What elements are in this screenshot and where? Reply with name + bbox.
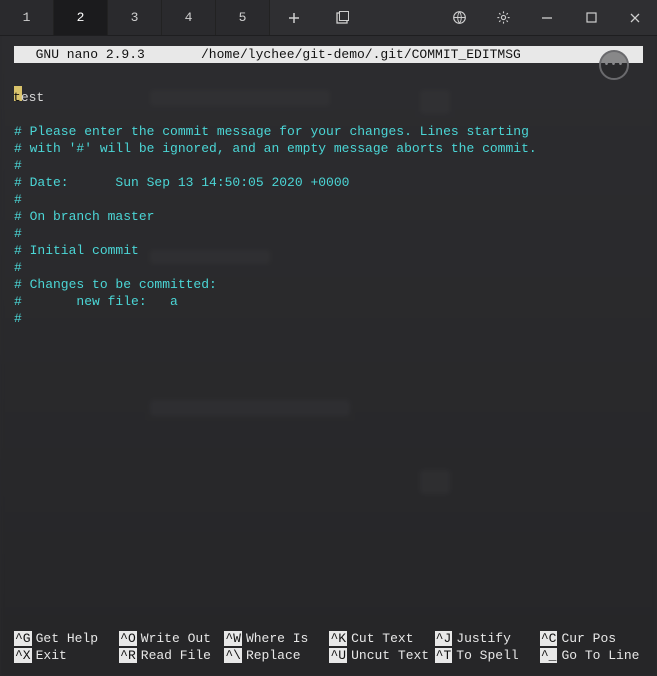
shortcut-cur-pos: ^CCur Pos (540, 630, 643, 647)
shortcut-label: Read File (141, 648, 211, 663)
shortcut-exit: ^X Exit (14, 647, 117, 664)
shortcut-where-is: ^W Where Is (224, 630, 327, 647)
nano-editor-content[interactable]: test # Please enter the commit message f… (14, 69, 643, 630)
new-tab-button[interactable] (270, 0, 318, 35)
close-button[interactable] (613, 0, 657, 35)
globe-icon[interactable] (437, 0, 481, 35)
shortcut-label: Uncut Text (351, 648, 429, 663)
shortcut-label: To Spell (456, 648, 518, 663)
shortcut-go-to-line: ^_Go To Line (540, 647, 643, 664)
gear-icon[interactable] (481, 0, 525, 35)
shortcut-key: ^T (435, 648, 453, 663)
minimize-button[interactable] (525, 0, 569, 35)
shortcut-get-help: ^G Get Help (14, 630, 117, 647)
shortcut-label: Cur Pos (561, 631, 616, 646)
tab-3[interactable]: 3 (108, 0, 162, 35)
shortcut-key: ^C (540, 631, 558, 646)
shortcut-to-spell: ^TTo Spell (435, 647, 538, 664)
nano-app-title: GNU nano 2.9.3 (20, 47, 145, 62)
window-titlebar: 12345 (0, 0, 657, 36)
tab-5[interactable]: 5 (216, 0, 270, 35)
shortcut-key: ^\ (224, 648, 242, 663)
shortcut-label: Exit (36, 648, 67, 663)
shortcut-cut-text: ^K Cut Text (329, 630, 432, 647)
shortcut-justify: ^JJustify (435, 630, 538, 647)
shortcut-read-file: ^R Read File (119, 647, 222, 664)
shortcut-key: ^O (119, 631, 137, 646)
shortcut-key: ^J (435, 631, 453, 646)
terminal-area[interactable]: GNU nano 2.9.3 /home/lychee/git-demo/.gi… (0, 36, 657, 676)
overflow-menu-button[interactable]: ••• (599, 50, 629, 80)
nano-shortcut-bar: ^G Get Help ^O Write Out ^W Where Is ^K Cut Tex… (14, 630, 643, 670)
nano-file-path: /home/lychee/git-demo/.git/COMMIT_EDITMS… (145, 47, 577, 62)
shortcut-label: Replace (246, 648, 301, 663)
shortcut-key: ^X (14, 648, 32, 663)
shortcut-label: Where Is (246, 631, 308, 646)
shortcut-uncut-text: ^U Uncut Text (329, 647, 432, 664)
tab-4[interactable]: 4 (162, 0, 216, 35)
shortcut-key: ^K (329, 631, 347, 646)
shortcut-label: Cut Text (351, 631, 413, 646)
shortcut-write-out: ^O Write Out (119, 630, 222, 647)
shortcut-key: ^R (119, 648, 137, 663)
shortcut-key: ^W (224, 631, 242, 646)
shortcut-label: Justify (456, 631, 511, 646)
shortcut-key: ^_ (540, 648, 558, 663)
shortcut-label: Go To Line (561, 648, 639, 663)
tab-1[interactable]: 1 (0, 0, 54, 35)
shortcut-label: Get Help (36, 631, 98, 646)
shortcut-key: ^G (14, 631, 32, 646)
tab-strip: 12345 (0, 0, 270, 35)
shortcut-replace: ^\ Replace (224, 647, 327, 664)
maximize-button[interactable] (569, 0, 613, 35)
shortcut-label: Write Out (141, 631, 211, 646)
tab-2[interactable]: 2 (54, 0, 108, 35)
tabs-overview-button[interactable] (318, 0, 366, 35)
shortcut-key: ^U (329, 648, 347, 663)
nano-title-bar: GNU nano 2.9.3 /home/lychee/git-demo/.gi… (14, 46, 643, 63)
editor-first-char: t (13, 90, 21, 105)
editor-first-line-rest: est (21, 90, 44, 105)
